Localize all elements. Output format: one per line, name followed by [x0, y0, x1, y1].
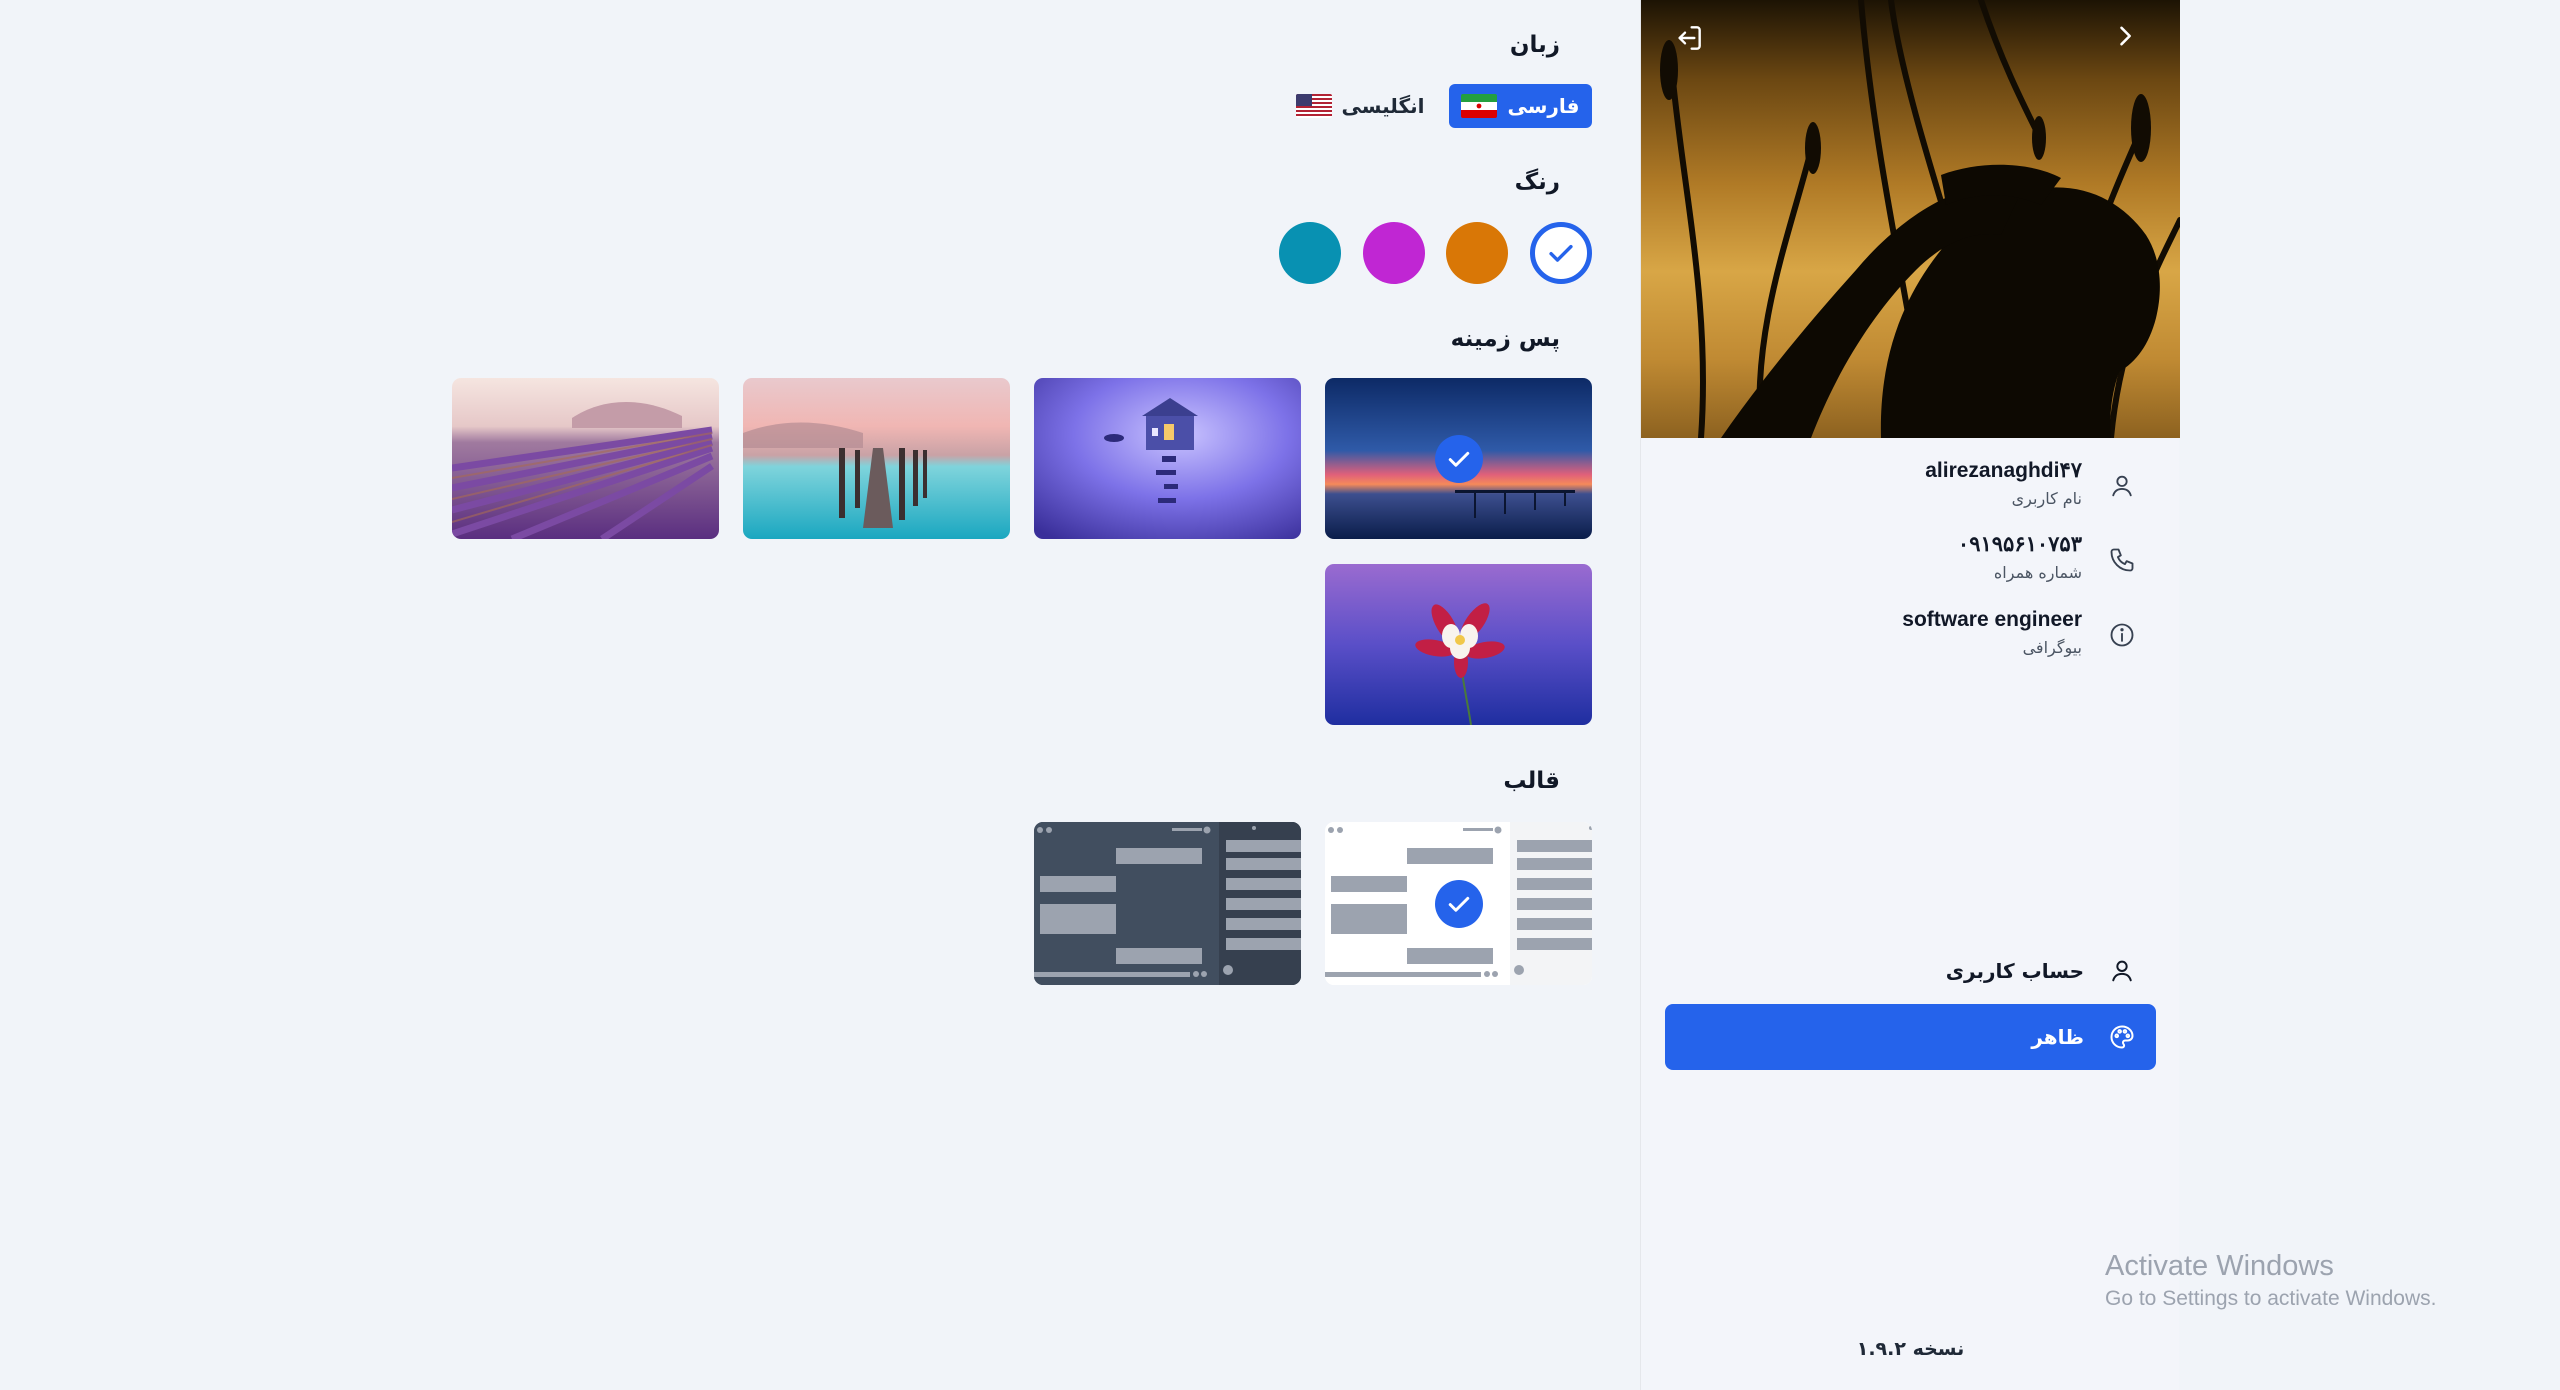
background-option-lavender-field[interactable]	[452, 378, 719, 539]
bio-value: software engineer	[1902, 608, 2082, 631]
phone-value: ۰۹۱۹۵۶۱۰۷۵۳	[1957, 533, 2082, 556]
info-icon	[2110, 623, 2134, 647]
color-title: رنگ	[1514, 169, 1560, 195]
phone-icon	[2110, 548, 2134, 572]
background-selected-badge	[1435, 435, 1483, 483]
template-selected-badge	[1435, 880, 1483, 928]
username-value: alirezanaghdi۴۷	[1925, 459, 2082, 482]
user-icon	[2112, 960, 2132, 982]
username-row: alirezanaghdi۴۷ نام کاربری	[1641, 456, 2180, 530]
color-option-orange[interactable]	[1446, 222, 1508, 284]
bio-caption: بیوگرافی	[2022, 638, 2082, 657]
template-option-dark[interactable]	[1034, 822, 1301, 985]
watermark-subtitle: Go to Settings to activate Windows.	[2105, 1287, 2437, 1310]
version-label: نسخه ۱.۹.۲	[1856, 1338, 1965, 1360]
menu-account[interactable]: حساب کاربری	[1665, 938, 2156, 1004]
background-option-house-on-water[interactable]	[1034, 378, 1301, 539]
menu-appearance-label: ظاهر	[2031, 1025, 2084, 1049]
language-option-english[interactable]: انگلیسی	[1290, 84, 1430, 128]
profile-cover-image	[1641, 0, 2180, 438]
profile-panel: alirezanaghdi۴۷ نام کاربری ۰۹۱۹۵۶۱۰۷۵۳ ش…	[1640, 0, 2180, 1390]
us-flag-icon	[1295, 94, 1332, 118]
template-title: قالب	[1503, 768, 1560, 794]
color-option-purple[interactable]	[1363, 222, 1425, 284]
user-icon	[2112, 475, 2132, 497]
check-icon	[1448, 896, 1470, 912]
username-caption: نام کاربری	[2011, 489, 2082, 508]
phone-caption: شماره همراه	[1993, 563, 2082, 582]
logout-icon	[1678, 26, 1701, 50]
language-title: زبان	[1509, 32, 1560, 58]
windows-activation-watermark: Activate Windows Go to Settings to activ…	[2105, 1248, 2437, 1314]
language-option-farsi-label: فارسی	[1507, 94, 1580, 118]
color-option-teal[interactable]	[1279, 222, 1341, 284]
watermark-title: Activate Windows	[2105, 1250, 2334, 1282]
language-option-farsi[interactable]: فارسی	[1449, 84, 1592, 128]
menu-appearance[interactable]: ظاهر	[1665, 1004, 2156, 1070]
iran-flag-icon	[1461, 94, 1498, 118]
background-option-lake-pier[interactable]	[743, 378, 1010, 539]
color-option-blue[interactable]	[1530, 222, 1592, 284]
background-title: پس زمینه	[1450, 326, 1560, 352]
menu-account-label: حساب کاربری	[1945, 959, 2084, 983]
phone-row: ۰۹۱۹۵۶۱۰۷۵۳ شماره همراه	[1641, 530, 2180, 604]
chevron-right-icon	[2120, 26, 2131, 46]
palette-icon	[2110, 1025, 2134, 1049]
language-option-english-label: انگلیسی	[1341, 94, 1425, 118]
background-option-pier-sunset[interactable]	[1325, 378, 1592, 539]
check-icon	[1448, 451, 1470, 467]
background-option-flower[interactable]	[1325, 564, 1592, 725]
logout-button[interactable]	[1673, 22, 1713, 62]
back-button[interactable]	[2111, 22, 2151, 62]
bio-row: software engineer بیوگرافی	[1641, 605, 2180, 679]
check-icon	[1549, 244, 1573, 262]
template-option-light[interactable]	[1325, 822, 1592, 985]
